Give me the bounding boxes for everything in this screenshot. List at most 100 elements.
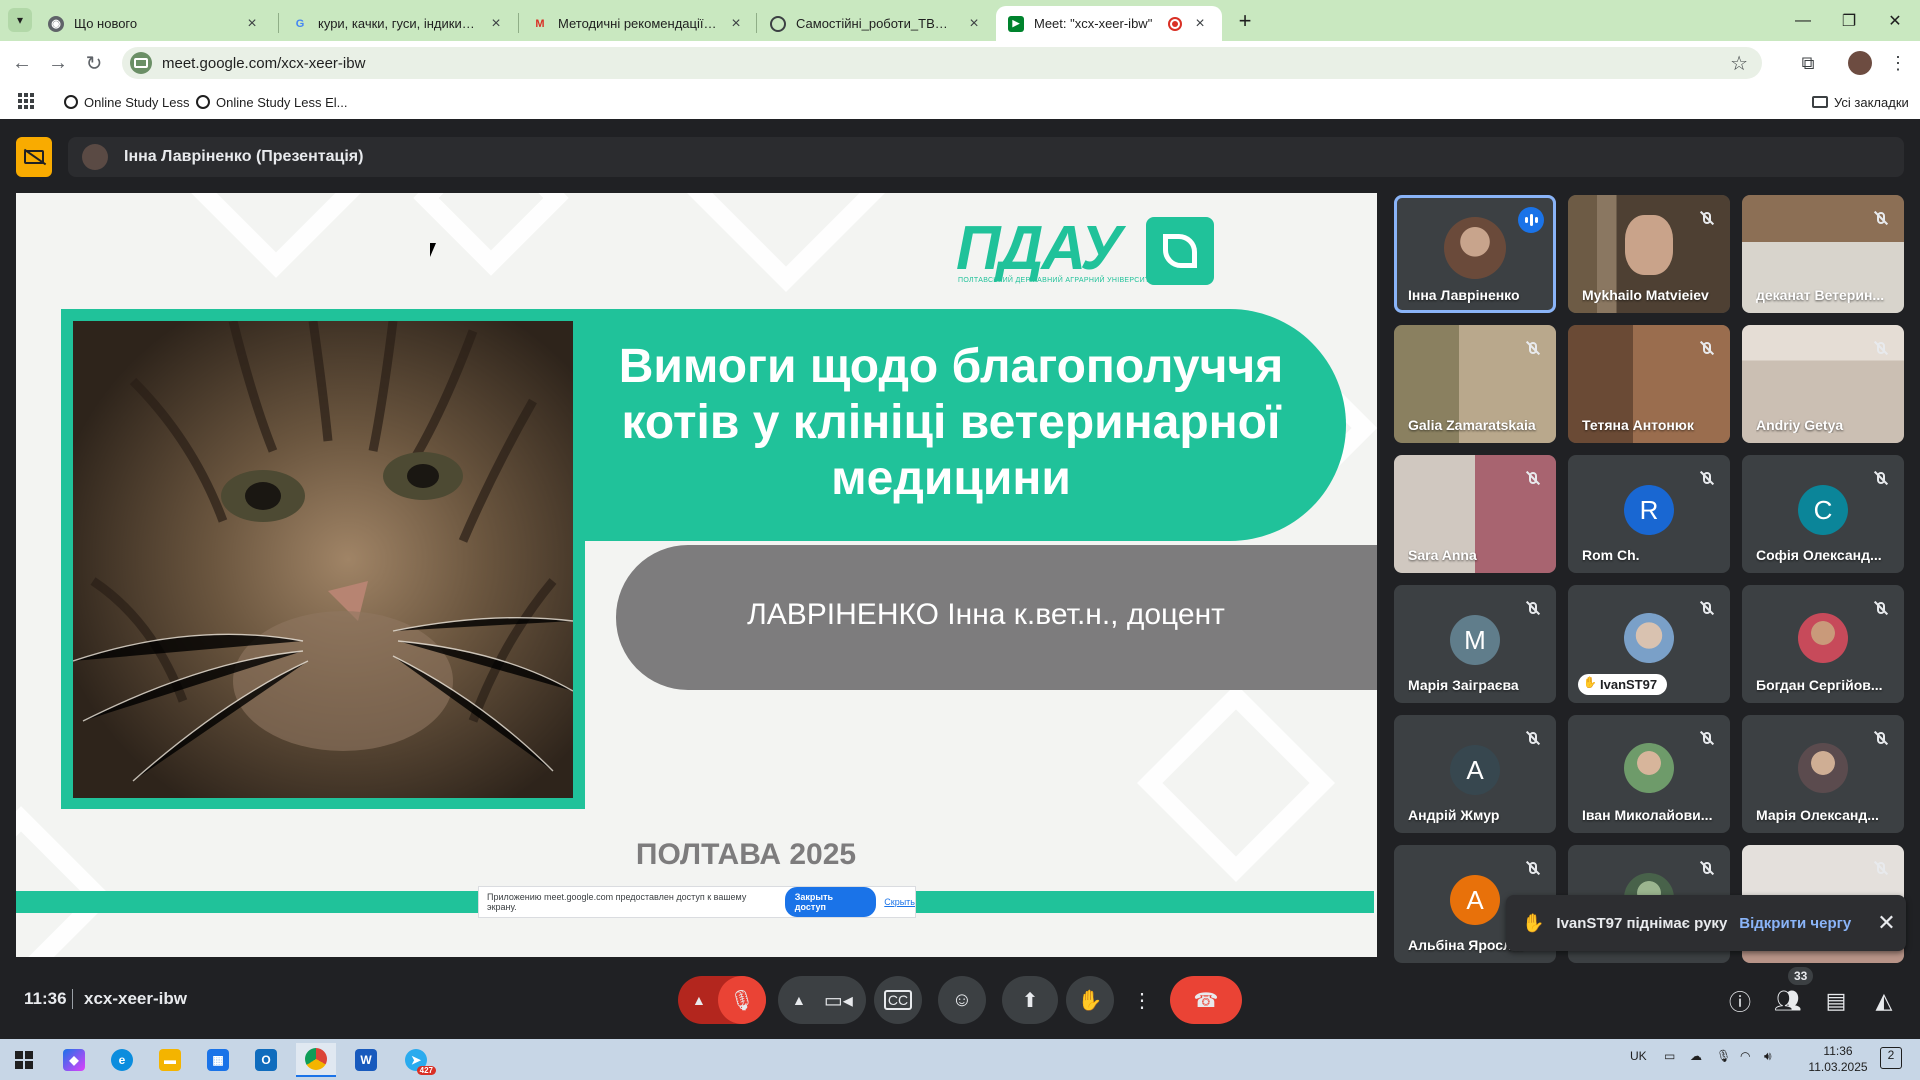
people-button[interactable]: 👥︎ xyxy=(1772,985,1804,1017)
participant-tile[interactable]: M Марія Заіграєва xyxy=(1394,585,1556,703)
participant-name: Rom Ch. xyxy=(1582,547,1640,563)
address-bar[interactable]: meet.google.com/xcx-xeer-ibw ☆ xyxy=(122,47,1762,79)
taskbar-app-explorer[interactable]: ▬ xyxy=(150,1043,190,1077)
participant-tile[interactable]: A Андрій Жмур xyxy=(1394,715,1556,833)
tab-gmail[interactable]: M Методичні рекомендації до ви… × xyxy=(520,6,758,41)
more-vert-icon: ⋮ xyxy=(1132,989,1152,1012)
close-icon[interactable]: ✕ xyxy=(1877,910,1895,936)
participant-tile[interactable]: Богдан Сергійов... xyxy=(1742,585,1904,703)
logo-subtitle: ПОЛТАВСЬКИЙ ДЕРЖАВНИЙ АГРАРНИЙ УНІВЕРСИТ… xyxy=(958,277,1160,284)
close-icon[interactable]: × xyxy=(726,14,746,34)
all-bookmarks-button[interactable]: Усі закладки xyxy=(1812,91,1909,113)
avatar xyxy=(82,144,108,170)
participant-tile[interactable]: IvanST97 xyxy=(1568,585,1730,703)
system-time: 11:36 xyxy=(1823,1044,1853,1058)
taskbar-app-outlook[interactable]: O xyxy=(246,1043,286,1077)
tray-meet-icon[interactable]: ▭ xyxy=(1664,1049,1675,1063)
bookmark-item[interactable]: Online Study Less xyxy=(64,91,190,113)
participant-tile[interactable]: Mykhailo Matvieiev xyxy=(1568,195,1730,313)
screen-share-banner: Приложению meet.google.com предоставлен … xyxy=(478,886,916,918)
close-icon[interactable]: × xyxy=(486,14,506,34)
forward-button[interactable]: → xyxy=(44,49,72,77)
open-queue-button[interactable]: Відкрити чергу xyxy=(1739,915,1851,932)
meeting-info-button[interactable]: ⓘ xyxy=(1724,985,1756,1017)
chat-button[interactable]: ▤ xyxy=(1820,985,1852,1017)
participant-tile[interactable]: деканат Ветерин... xyxy=(1742,195,1904,313)
participant-tile[interactable]: Galia Zamaratskaia xyxy=(1394,325,1556,443)
participant-name: Galia Zamaratskaia xyxy=(1408,417,1536,433)
video-options-button[interactable]: ▲ ▭◂ xyxy=(778,976,866,1024)
start-button[interactable] xyxy=(4,1043,44,1077)
mic-off-icon xyxy=(1696,467,1718,489)
hide-banner-link[interactable]: Скрыть xyxy=(884,897,915,907)
participant-tile[interactable]: C Софія Олександ... xyxy=(1742,455,1904,573)
tab-search-button[interactable]: ▾ xyxy=(8,8,32,32)
outlook-icon: O xyxy=(255,1049,277,1071)
system-clock[interactable]: 11:36 11.03.2025 xyxy=(1808,1043,1868,1075)
mic-off-icon xyxy=(1870,207,1892,229)
minimize-button[interactable]: — xyxy=(1780,0,1826,41)
wifi-icon[interactable]: ◠ xyxy=(1740,1049,1750,1063)
present-button[interactable]: ⬆ xyxy=(1002,976,1058,1024)
taskbar-app-chrome[interactable] xyxy=(296,1043,336,1077)
raised-hand-badge: IvanST97 xyxy=(1578,674,1668,695)
tab-meet[interactable]: ▶ Meet: "xcx-xeer-ibw" × xyxy=(996,6,1222,41)
participant-tile[interactable]: R Rom Ch. xyxy=(1568,455,1730,573)
close-window-button[interactable]: ✕ xyxy=(1872,0,1918,41)
presentation-icon[interactable] xyxy=(16,137,52,177)
participant-name: Andriy Getya xyxy=(1756,417,1844,433)
mic-off-icon xyxy=(1870,467,1892,489)
language-indicator[interactable]: UK xyxy=(1630,1049,1647,1063)
mic-off-icon xyxy=(1522,857,1544,879)
mic-off-icon xyxy=(1870,857,1892,879)
onedrive-icon[interactable]: ☁ xyxy=(1690,1049,1702,1063)
restore-button[interactable]: ❐ xyxy=(1826,0,1872,41)
avatar: M xyxy=(1450,615,1500,665)
volume-icon[interactable]: 🔊︎ xyxy=(1764,1049,1772,1064)
participant-name: Андрій Жмур xyxy=(1408,807,1500,823)
activities-button[interactable]: ◭ xyxy=(1868,985,1900,1017)
taskbar-app-telegram[interactable]: ➤ 427 xyxy=(396,1043,436,1077)
tab-title: кури, качки, гуси, індики на бі… xyxy=(318,16,478,31)
chrome-icon: ◉ xyxy=(48,15,64,32)
site-info-icon[interactable] xyxy=(130,52,152,74)
tab-whats-new[interactable]: ◉ Що нового × xyxy=(36,6,274,41)
profile-avatar[interactable] xyxy=(1848,51,1872,75)
stop-sharing-button[interactable]: Закрыть доступ xyxy=(784,887,877,917)
close-icon[interactable]: × xyxy=(964,14,984,34)
captions-button[interactable]: CC xyxy=(874,976,922,1024)
participant-tile[interactable]: Марія Олександ... xyxy=(1742,715,1904,833)
bookmark-item[interactable]: Online Study Less El... xyxy=(196,91,348,113)
reload-button[interactable]: ↻ xyxy=(80,49,108,77)
presenter-bar: Інна Лавріненко (Презентація) xyxy=(68,137,1904,177)
microphone-toggle[interactable]: 🎙︎ xyxy=(718,976,766,1024)
participant-tile[interactable]: Sara Anna xyxy=(1394,455,1556,573)
bookmark-star-icon[interactable]: ☆ xyxy=(1730,51,1748,76)
close-icon[interactable]: × xyxy=(1190,14,1210,34)
hand-icon: ✋ xyxy=(1522,912,1545,933)
taskbar-app-word[interactable]: W xyxy=(346,1043,386,1077)
participant-tile[interactable]: Andriy Getya xyxy=(1742,325,1904,443)
menu-icon[interactable]: ⋮ xyxy=(1884,49,1912,77)
mic-off-icon xyxy=(1522,597,1544,619)
reactions-button[interactable]: ☺ xyxy=(938,976,986,1024)
participant-tile[interactable]: Інна Лавріненко xyxy=(1394,195,1556,313)
tab-google-search[interactable]: G кури, качки, гуси, індики на бі… × xyxy=(280,6,518,41)
microphone-icon[interactable]: 🎙︎ xyxy=(1716,1049,1731,1063)
close-icon[interactable]: × xyxy=(242,14,262,34)
back-button[interactable]: ← xyxy=(8,49,36,77)
notifications-button[interactable]: 2 xyxy=(1880,1047,1902,1069)
taskbar-app-store[interactable]: ▦ xyxy=(198,1043,238,1077)
tab-document[interactable]: Самостійні_роботи_ТВП_птахі… × xyxy=(758,6,996,41)
participant-tile[interactable]: Тетяна Антонюк xyxy=(1568,325,1730,443)
raise-hand-button[interactable]: ✋ xyxy=(1066,976,1114,1024)
apps-grid-icon[interactable] xyxy=(18,93,34,109)
hand-icon: ✋ xyxy=(1077,989,1103,1012)
taskbar-app-edge[interactable]: e xyxy=(102,1043,142,1077)
extensions-icon[interactable]: ⧉ xyxy=(1794,49,1822,77)
participant-tile[interactable]: Іван Миколайови... xyxy=(1568,715,1730,833)
new-tab-button[interactable]: + xyxy=(1232,8,1258,34)
leave-call-button[interactable]: ☎ xyxy=(1170,976,1242,1024)
taskbar-app-copilot[interactable]: ◆ xyxy=(54,1043,94,1077)
more-options-button[interactable]: ⋮ xyxy=(1122,976,1162,1024)
